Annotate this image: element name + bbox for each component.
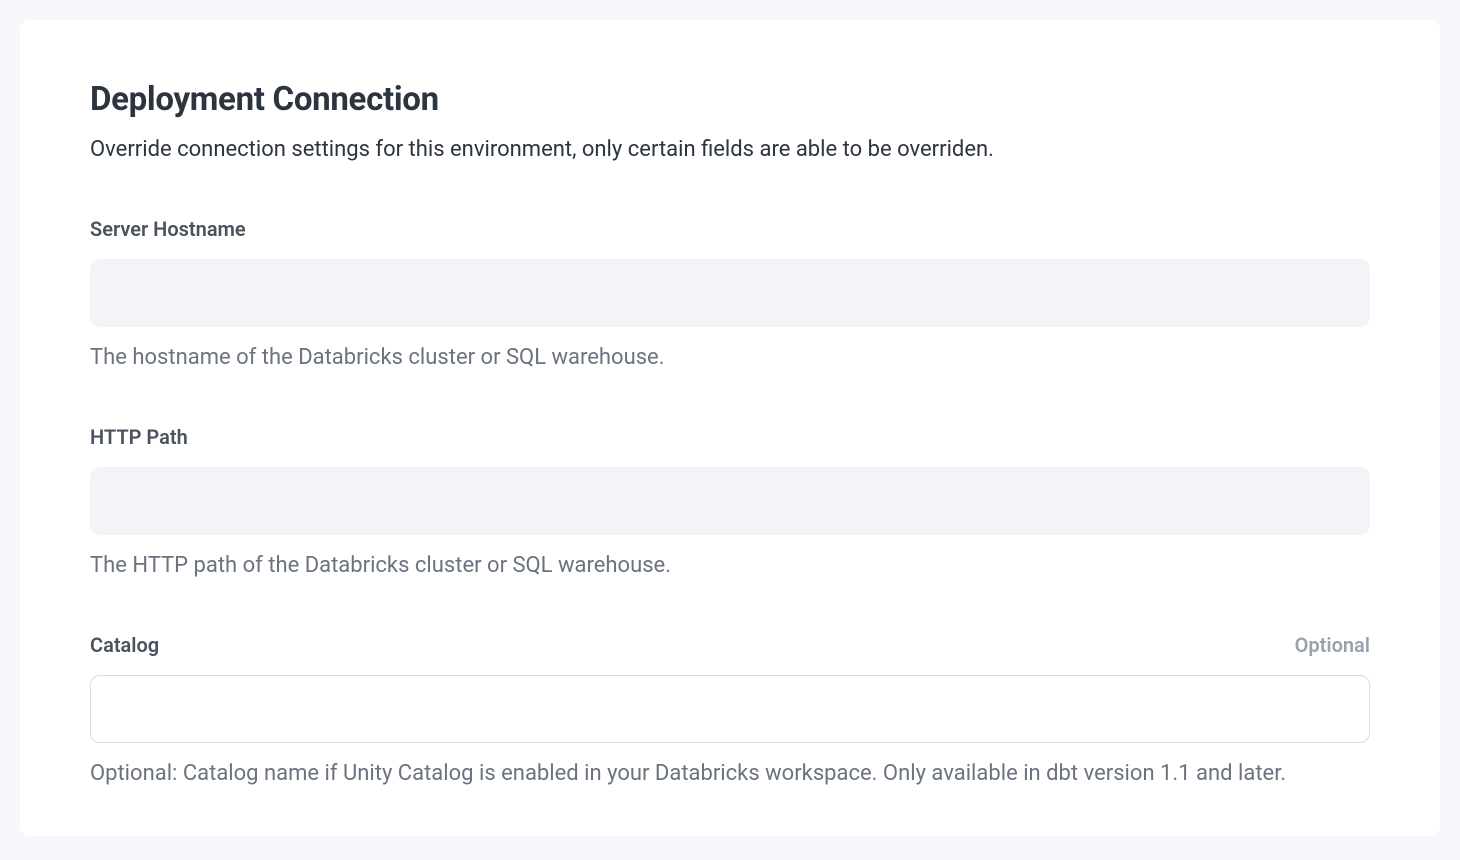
server-hostname-help: The hostname of the Databricks cluster o… — [90, 345, 1370, 370]
http-path-label: HTTP Path — [90, 425, 188, 449]
catalog-help: Optional: Catalog name if Unity Catalog … — [90, 761, 1370, 786]
http-path-field: HTTP Path The HTTP path of the Databrick… — [90, 425, 1370, 578]
catalog-field: Catalog Optional Optional: Catalog name … — [90, 633, 1370, 786]
deployment-connection-card: Deployment Connection Override connectio… — [20, 20, 1440, 836]
catalog-label: Catalog — [90, 633, 159, 657]
catalog-input[interactable] — [90, 675, 1370, 743]
http-path-input[interactable] — [90, 467, 1370, 535]
http-path-help: The HTTP path of the Databricks cluster … — [90, 553, 1370, 578]
server-hostname-label: Server Hostname — [90, 217, 246, 241]
server-hostname-field: Server Hostname The hostname of the Data… — [90, 217, 1370, 370]
server-hostname-input[interactable] — [90, 259, 1370, 327]
page-title: Deployment Connection — [90, 80, 1370, 119]
page-subtitle: Override connection settings for this en… — [90, 137, 1370, 162]
catalog-optional-tag: Optional — [1295, 633, 1370, 657]
